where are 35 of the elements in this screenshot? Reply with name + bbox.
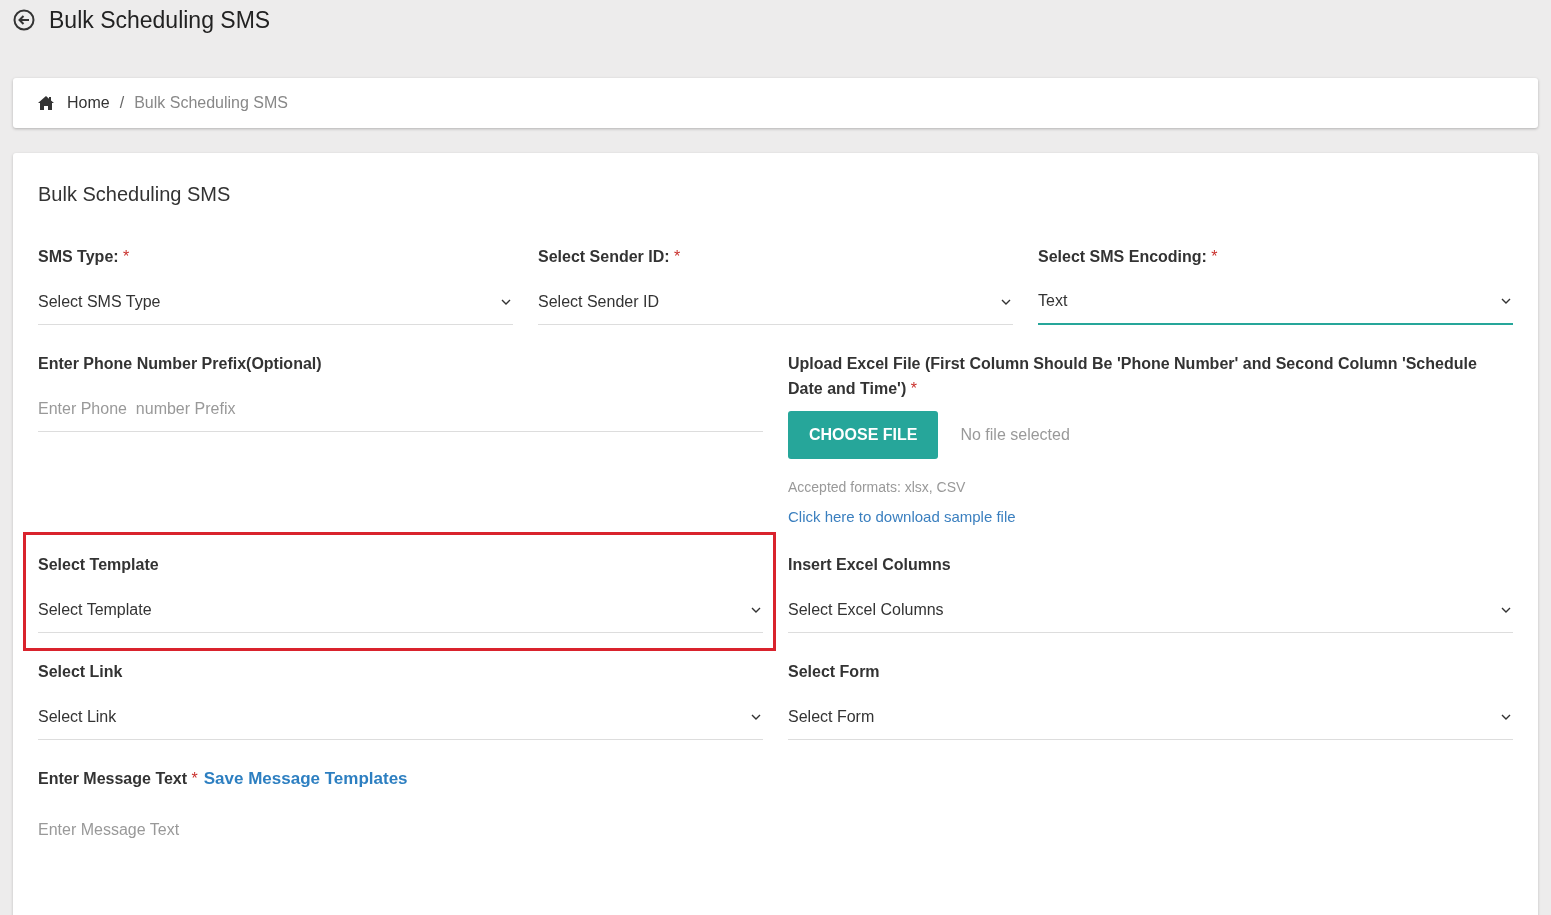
card-title: Bulk Scheduling SMS [38, 183, 232, 206]
select-field[interactable]: Select SMS Type [38, 279, 513, 325]
chevron-down-icon [1001, 298, 1011, 305]
chevron-down-icon [1501, 606, 1511, 613]
select-field[interactable]: Select Sender ID [538, 279, 1013, 325]
field-label: Upload Excel File (First Column Should Be 'Phone Number' and Second Column 'Schedule Date and Time') * [788, 354, 1478, 399]
field-label: Select Form [788, 662, 880, 682]
save-templates-link[interactable]: Save Message Templates [203, 766, 408, 791]
home-icon[interactable] [38, 96, 54, 110]
back-icon[interactable] [13, 9, 35, 31]
download-sample-link[interactable]: Click here to download sample file [788, 508, 1016, 525]
breadcrumb-link[interactable]: Home [67, 94, 110, 112]
field-label: Enter Message Text * [38, 769, 198, 789]
field-label: Enter Phone Number Prefix(Optional) [38, 354, 322, 374]
chevron-down-icon [751, 713, 761, 720]
select-field[interactable]: Select Template [38, 587, 763, 633]
field-label: Select Link [38, 662, 123, 682]
field-label: Select Sender ID: * [538, 247, 681, 267]
breadcrumb-separator: / [119, 94, 125, 112]
select-field[interactable]: Text [1038, 279, 1513, 325]
select-field[interactable]: Select Excel Columns [788, 587, 1513, 633]
file-status: No file selected [960, 426, 1070, 444]
page-title: Bulk Scheduling SMS [49, 6, 271, 34]
select-field[interactable]: Select Form [788, 694, 1513, 740]
breadcrumb-current: Bulk Scheduling SMS [134, 94, 288, 112]
field-label: Select SMS Encoding: * [1038, 247, 1218, 267]
select-field[interactable]: Select Link [38, 694, 763, 740]
chevron-down-icon [1501, 298, 1511, 304]
field-label: Insert Excel Columns [788, 555, 951, 575]
format-hint: Accepted formats: xlsx, CSV [788, 479, 967, 495]
field-label: Select Template [38, 555, 159, 575]
field-label: SMS Type: * [38, 247, 130, 267]
chevron-down-icon [1501, 713, 1511, 720]
chevron-down-icon [501, 298, 511, 305]
chevron-down-icon [751, 606, 761, 613]
